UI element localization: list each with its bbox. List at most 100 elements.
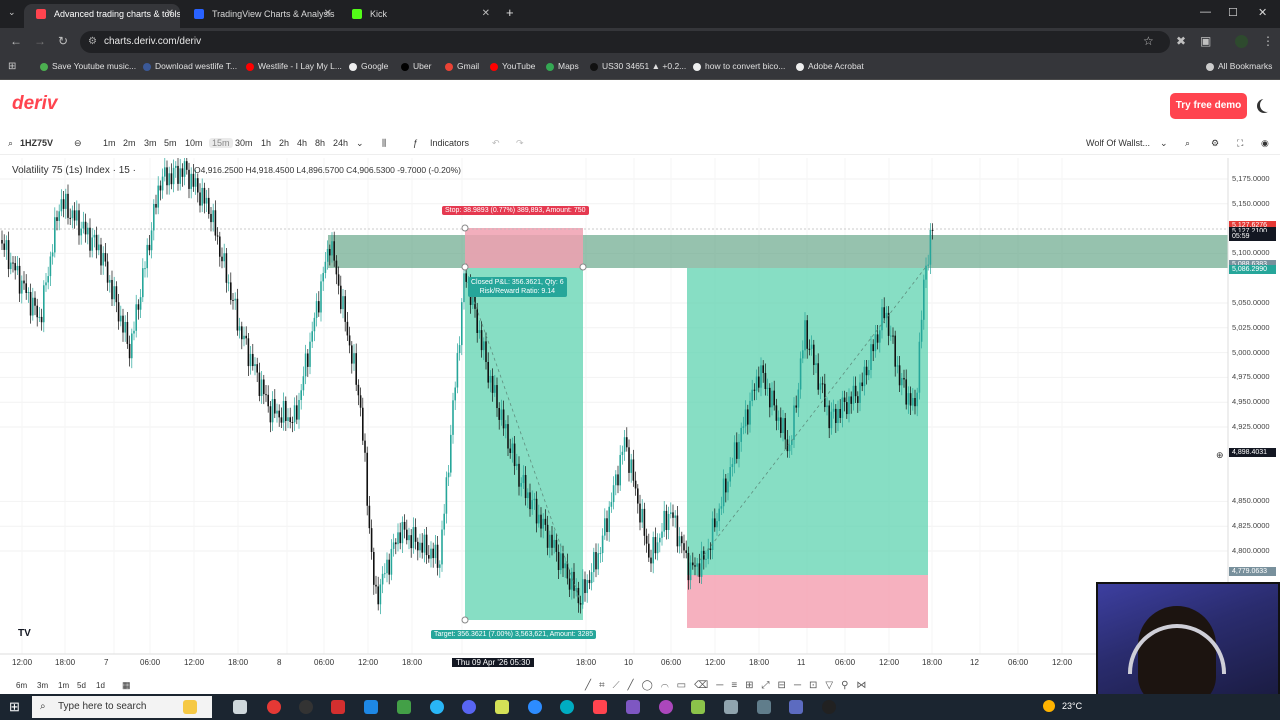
vpn-icon[interactable] (626, 700, 640, 714)
try-free-demo-button[interactable]: Try free demo (1170, 93, 1247, 119)
screenshot-camera-icon[interactable]: ◉ (1261, 138, 1269, 149)
obs-icon[interactable] (299, 700, 313, 714)
crosshair-add-icon[interactable]: ⊕ (1216, 450, 1224, 461)
url-input[interactable]: ⚙ charts.deriv.com/deriv (80, 31, 1170, 53)
excel-icon[interactable] (495, 700, 509, 714)
undo-icon[interactable]: ↶ (492, 138, 500, 149)
bookmark-item[interactable]: YouTube (490, 61, 535, 71)
bookmark-star-icon[interactable]: ☆ (1143, 34, 1154, 48)
tab-deriv[interactable]: Advanced trading charts & tools ✕ (24, 4, 180, 28)
close-window-icon[interactable]: ✕ (1258, 6, 1267, 19)
layout-dropdown-icon[interactable]: ⌄ (1160, 138, 1168, 149)
symbol-name[interactable]: 1HZ75V (20, 138, 53, 148)
apps-grid-icon[interactable]: ⊞ (8, 61, 16, 72)
handle-right[interactable] (579, 263, 587, 271)
bookmark-item[interactable]: Maps (546, 61, 579, 71)
dark-mode-moon-icon[interactable] (1260, 98, 1274, 112)
timeframe-4h[interactable]: 4h (297, 138, 307, 148)
range-1m[interactable]: 1m (58, 681, 69, 690)
indicators-icon[interactable]: ƒ (413, 138, 418, 148)
media-player-icon[interactable] (822, 700, 836, 714)
reload-icon[interactable]: ↻ (58, 34, 68, 48)
tab-search-icon[interactable]: ⌄ (8, 7, 16, 18)
edge-icon[interactable] (560, 700, 574, 714)
handle-top[interactable] (461, 224, 469, 232)
timeframe-1m[interactable]: 1m (103, 138, 116, 148)
extensions-icon[interactable]: ▣ (1200, 34, 1211, 48)
close-tab-icon[interactable]: ✕ (482, 4, 490, 24)
symbol-search-icon[interactable]: ⌕ (8, 138, 13, 149)
date-range-icon[interactable]: ▦ (122, 680, 131, 691)
layout-name[interactable]: Wolf Of Wallst... (1086, 138, 1150, 148)
timeframe-24h[interactable]: 24h (333, 138, 348, 148)
handle-left[interactable] (461, 263, 469, 271)
timeframe-30m[interactable]: 30m (235, 138, 253, 148)
close-tab-icon[interactable]: ✕ (324, 4, 332, 24)
timeframe-2m[interactable]: 2m (123, 138, 136, 148)
search-icon[interactable]: ⌕ (1185, 138, 1190, 149)
timeframe-10m[interactable]: 10m (185, 138, 203, 148)
bookmark-item[interactable]: Westlife - I Lay My L... (246, 61, 342, 71)
paint-icon[interactable] (724, 700, 738, 714)
calculator-icon[interactable] (757, 700, 771, 714)
timeframe-dropdown-icon[interactable]: ⌄ (356, 138, 364, 149)
timeframe-3m[interactable]: 3m (144, 138, 157, 148)
store-icon[interactable] (364, 700, 378, 714)
weather-icon[interactable] (1043, 700, 1055, 712)
range-5d[interactable]: 5d (77, 681, 86, 690)
bookmark-item[interactable]: Gmail (445, 61, 479, 71)
range-1d[interactable]: 1d (96, 681, 105, 690)
stop-zone-2[interactable] (687, 575, 928, 628)
maximize-icon[interactable]: ☐ (1228, 6, 1238, 19)
bookmark-item[interactable]: Download westlife T... (143, 61, 237, 71)
tab-kick[interactable]: Kick ✕ (340, 4, 496, 28)
range-6m[interactable]: 6m (16, 681, 27, 690)
indicators-button[interactable]: Indicators (430, 138, 469, 148)
timeframe-2h[interactable]: 2h (279, 138, 289, 148)
tab-tradingview[interactable]: TradingView Charts & Analysis ✕ (182, 4, 338, 28)
deriv-logo[interactable]: deriv (12, 93, 57, 115)
deriv-app-icon[interactable] (593, 700, 607, 714)
extension-x-icon[interactable]: ✖ (1176, 34, 1186, 48)
bookmark-item[interactable]: US30 34651 ▲ +0.2... (590, 61, 686, 71)
range-3m[interactable]: 3m (37, 681, 48, 690)
copilot-icon[interactable] (183, 700, 197, 714)
back-icon[interactable]: ← (10, 34, 22, 48)
settings-gear-icon[interactable]: ⚙ (1211, 138, 1219, 149)
timeframe-5m[interactable]: 5m (164, 138, 177, 148)
network-icon[interactable] (789, 700, 803, 714)
timeframe-15m[interactable]: 15m (209, 138, 233, 148)
browser-menu-icon[interactable]: ⋮ (1262, 34, 1274, 48)
bookmark-item[interactable]: how to convert bico... (693, 61, 785, 71)
bookmark-item[interactable]: Save Youtube music... (40, 61, 136, 71)
handle-bottom[interactable] (461, 616, 469, 624)
task-view-icon[interactable] (233, 700, 247, 714)
forward-icon[interactable]: → (34, 34, 46, 48)
profile-avatar[interactable] (1235, 35, 1248, 48)
redo-icon[interactable]: ↷ (516, 138, 524, 149)
chart-type-icon[interactable]: ⫼ (382, 138, 386, 149)
stop-zone-1[interactable] (465, 228, 583, 268)
acrobat-icon[interactable] (331, 700, 345, 714)
drawing-tools-strip[interactable]: ╱⌗⟋╱◯⌒▭⌫─≡⊞⤢⊟─⊡▽⚲⋈ (585, 680, 874, 691)
new-tab-button[interactable]: + (506, 5, 514, 20)
add-symbol-icon[interactable]: ⊖ (74, 138, 82, 149)
zoom-icon[interactable] (528, 700, 542, 714)
photos-icon[interactable] (659, 700, 673, 714)
chrome-icon[interactable] (267, 700, 281, 714)
profit-zone-2[interactable] (687, 268, 928, 575)
weather-text[interactable]: 23°C (1062, 701, 1082, 711)
price-chart[interactable] (0, 158, 1280, 676)
discord-icon[interactable] (462, 700, 476, 714)
timeframe-1h[interactable]: 1h (261, 138, 271, 148)
close-tab-icon[interactable]: ✕ (166, 4, 174, 24)
bookmark-item[interactable]: Google (349, 61, 388, 71)
minimize-icon[interactable]: — (1200, 6, 1211, 18)
fullscreen-icon[interactable]: ⛶ (1237, 138, 1243, 149)
telegram-icon[interactable] (430, 700, 444, 714)
windows-start-icon[interactable]: ⊞ (9, 699, 20, 715)
bookmark-item[interactable]: Uber (401, 61, 431, 71)
site-info-icon[interactable]: ⚙ (88, 31, 97, 53)
all-bookmarks[interactable]: All Bookmarks (1206, 61, 1272, 71)
timeframe-8h[interactable]: 8h (315, 138, 325, 148)
